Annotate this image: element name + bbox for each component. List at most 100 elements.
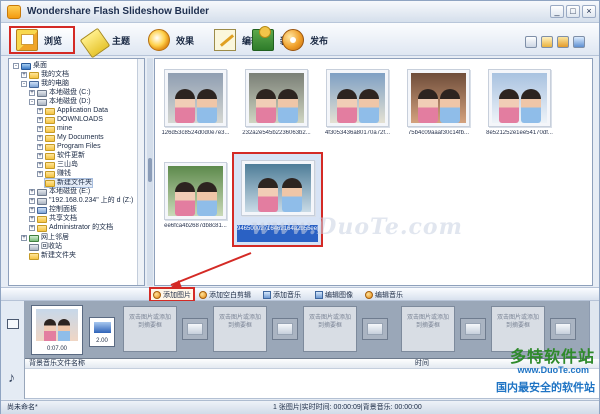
tree-item-recycle-bin[interactable]: 回收站	[29, 243, 62, 251]
folder-icon	[45, 161, 55, 169]
empty-clip-slot[interactable]: 双击图片或添加到摘要框	[123, 306, 177, 352]
add-photo-button[interactable]: 添加图片	[149, 287, 195, 302]
edit-music-button[interactable]: 编辑音乐	[365, 289, 403, 300]
pane-splitter[interactable]	[147, 58, 153, 286]
tree-item-label: 我的电脑	[41, 80, 69, 87]
window-title: Wondershare Flash Slideshow Builder	[27, 6, 210, 17]
tab-browse[interactable]: 浏览	[9, 26, 75, 54]
add-blank-clip-button[interactable]: 添加空白剪辑	[199, 289, 251, 300]
expand-toggle-icon[interactable]: +	[37, 144, 43, 150]
column-music-filename[interactable]: 背景音乐文件名称	[29, 359, 85, 369]
empty-transition-slot[interactable]	[460, 318, 486, 340]
add-music-button[interactable]: 添加音乐	[263, 289, 301, 300]
thumbnail-item[interactable]: 4f3053436a80170a72f...	[321, 69, 394, 136]
expand-toggle-icon[interactable]: +	[29, 207, 35, 213]
empty-transition-slot[interactable]	[362, 318, 388, 340]
tree-item-folder[interactable]: + mine	[37, 125, 72, 133]
collapse-toggle-icon[interactable]: -	[13, 63, 19, 69]
expand-toggle-icon[interactable]: +	[37, 126, 43, 132]
thumbnail-caption: 8e521252e1ee54170df...	[486, 130, 553, 136]
expand-toggle-icon[interactable]: +	[37, 117, 43, 123]
empty-clip-slot[interactable]: 双击图片或添加到摘要框	[213, 306, 267, 352]
expand-toggle-icon[interactable]: +	[21, 72, 27, 78]
folder-icon	[37, 215, 47, 223]
splitter-grip[interactable]	[148, 158, 152, 182]
close-button[interactable]: ×	[582, 5, 596, 18]
help-icon[interactable]	[573, 36, 585, 48]
tree-item-drive-e[interactable]: + 本地磁盘 (E:)	[29, 188, 90, 196]
tree-item-my-computer[interactable]: - 我的电脑	[21, 80, 69, 88]
tree-item-label: 我的文档	[41, 71, 69, 78]
thumbnail-caption: 232a2e545b2236063b2...	[242, 130, 311, 136]
tree-item-control-panel[interactable]: + 控制面板	[29, 206, 77, 214]
expand-toggle-icon[interactable]: +	[29, 198, 35, 204]
tree-scrollbar[interactable]	[137, 59, 144, 285]
tree-item-folder[interactable]: + DOWNLOADS	[37, 116, 103, 124]
expand-toggle-icon[interactable]: +	[21, 235, 27, 241]
tree-item-my-documents[interactable]: + 我的文档	[21, 71, 69, 79]
tree-item-new-folder[interactable]: 新建文件夹	[29, 252, 76, 260]
project-stats: 1 张图片|实时时间: 00:00:09|背景音乐: 00:00:00	[273, 404, 422, 411]
expand-toggle-icon[interactable]: +	[37, 171, 43, 177]
collapse-toggle-icon[interactable]: -	[21, 81, 27, 87]
folder-icon	[45, 116, 55, 124]
tree-item-folder[interactable]: + 赚钱	[37, 170, 71, 178]
tree-item-label: 回收站	[41, 243, 62, 250]
maximize-button[interactable]: □	[566, 5, 580, 18]
expand-toggle-icon[interactable]: +	[29, 189, 35, 195]
thumbnail-item[interactable]: ee6fca4b2687db8c81...	[159, 162, 232, 229]
tree-item-network[interactable]: + 网上邻居	[21, 234, 69, 242]
tree-item-folder[interactable]: + 软件更新	[37, 152, 85, 160]
tab-effect[interactable]: 效果	[143, 26, 209, 54]
expand-toggle-icon[interactable]: +	[37, 153, 43, 159]
tree-item-drive-d[interactable]: - 本地磁盘 (D:)	[29, 98, 91, 106]
drive-icon	[37, 188, 47, 196]
tree-item-folder[interactable]: + My Documents	[37, 134, 104, 142]
expand-toggle-icon[interactable]: +	[29, 216, 35, 222]
empty-transition-slot[interactable]	[550, 318, 576, 340]
thumbnail-item[interactable]: 126d53c8524d0d0e7e3...	[159, 69, 232, 136]
column-time[interactable]: 时间	[415, 359, 429, 369]
tree-item-drive-c[interactable]: + 本地磁盘 (C:)	[29, 89, 91, 97]
tree-item-folder[interactable]: + Program Files	[37, 143, 101, 151]
tab-theme[interactable]: 主题	[79, 26, 145, 59]
expand-toggle-icon[interactable]: +	[37, 108, 43, 114]
edit-photo-button[interactable]: 编辑图像	[315, 289, 353, 300]
new-project-icon[interactable]	[525, 36, 537, 48]
expand-toggle-icon[interactable]: +	[37, 162, 43, 168]
transition-slot[interactable]: 2.00	[89, 317, 115, 347]
expand-toggle-icon[interactable]: +	[37, 135, 43, 141]
tree-item-folder[interactable]: + 三山岛	[37, 161, 78, 169]
empty-transition-slot[interactable]	[182, 318, 208, 340]
minimize-button[interactable]: _	[550, 5, 564, 18]
empty-transition-slot[interactable]	[272, 318, 298, 340]
thumbnail-item[interactable]: 232a2e545b2236063b2...	[240, 69, 313, 136]
save-project-icon[interactable]	[557, 36, 569, 48]
thumbnail-pane: 126d53c8524d0d0e7e3... 232a2e545b2236063…	[154, 58, 593, 286]
tab-publish[interactable]: 发布	[277, 26, 343, 54]
edit-music-label: 编辑音乐	[375, 291, 403, 299]
tree-item-desktop[interactable]: - 桌面	[13, 62, 47, 70]
tree-item-shared-docs[interactable]: + 共享文档	[29, 215, 77, 223]
collapse-toggle-icon[interactable]: -	[29, 99, 35, 105]
thumbnail-item[interactable]: 8e521252e1ee54170df...	[483, 69, 556, 136]
expand-toggle-icon[interactable]: +	[29, 90, 35, 96]
expand-toggle-icon[interactable]: +	[29, 225, 35, 231]
tree-item-label: Application Data	[57, 107, 108, 114]
tree-item-admin-docs[interactable]: + Administrator 的文档	[29, 224, 113, 232]
empty-clip-slot[interactable]: 双击图片或添加到摘要框	[401, 306, 455, 352]
open-project-icon[interactable]	[541, 36, 553, 48]
timeline-side	[1, 301, 25, 359]
empty-slot-hint: 双击图片或添加到摘要框	[218, 315, 261, 329]
status-bar: 尚未命名* 1 张图片|实时时间: 00:00:09|背景音乐: 00:00:0…	[1, 400, 599, 414]
storyboard-clip[interactable]: 0:07.00	[31, 305, 83, 355]
app-window: Wondershare Flash Slideshow Builder _ □ …	[0, 0, 600, 414]
empty-clip-slot[interactable]: 双击图片或添加到摘要框	[303, 306, 357, 352]
transition-duration: 2.00	[96, 338, 108, 344]
thumbnail-item[interactable]: 75b4c09aaaf30c14fb...	[402, 69, 475, 136]
tree-item-selected-folder[interactable]: 新建文件夹	[44, 178, 93, 188]
folder-icon	[45, 134, 55, 142]
tree-item-label: 新建文件夹	[57, 179, 92, 186]
tree-item-folder[interactable]: + Application Data	[37, 107, 108, 115]
tree-item-network-drive[interactable]: + "192.168.0.234" 上的 d (Z:)	[29, 197, 133, 205]
